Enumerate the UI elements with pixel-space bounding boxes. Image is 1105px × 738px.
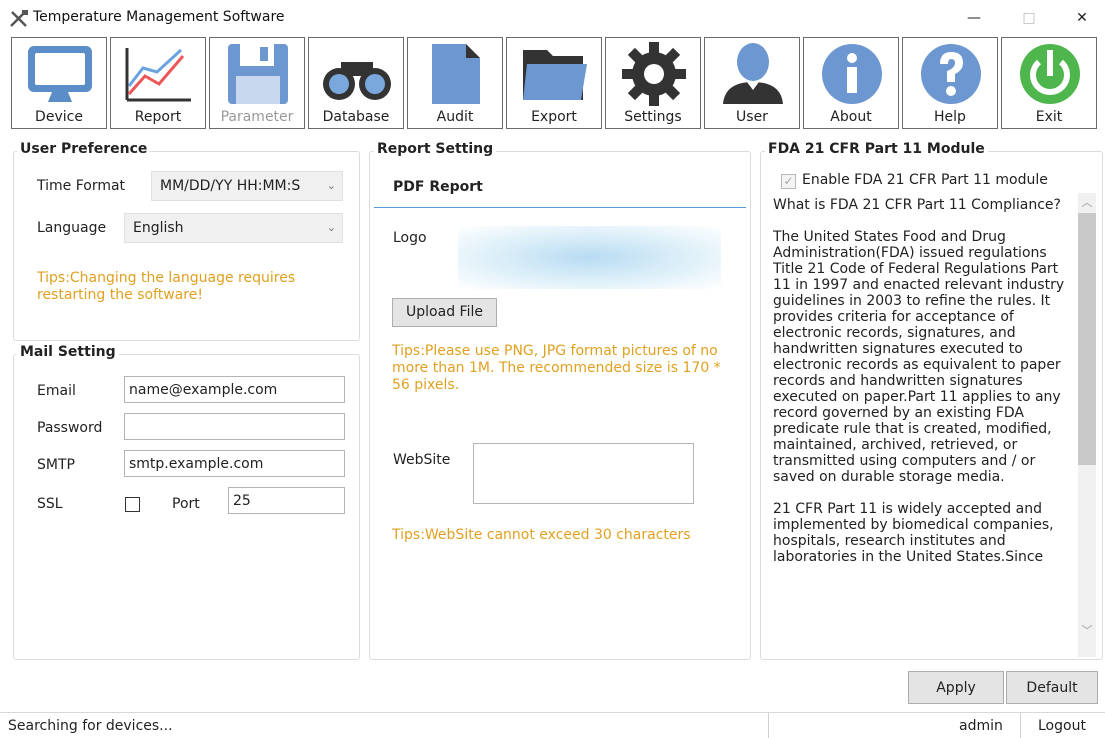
- tab-underline: [374, 207, 746, 208]
- logout-link[interactable]: Logout: [1038, 718, 1086, 734]
- password-label: Password: [37, 420, 103, 436]
- window-title: Temperature Management Software: [33, 9, 285, 25]
- question-icon: [921, 44, 981, 104]
- toolbar-label: Audit: [436, 109, 474, 125]
- status-text: Searching for devices...: [8, 718, 173, 734]
- gear-icon: [622, 42, 686, 106]
- user-icon: [723, 43, 783, 104]
- user-button[interactable]: User: [704, 37, 800, 129]
- about-button[interactable]: About: [803, 37, 899, 129]
- chart-icon: [125, 48, 191, 102]
- chevron-down-icon: ⌄: [326, 179, 336, 192]
- email-label: Email: [37, 383, 76, 399]
- email-field[interactable]: name@example.com: [124, 376, 345, 403]
- user-preference-title: User Preference: [17, 141, 151, 157]
- title-bar: Temperature Management Software — □ ✕: [0, 0, 1105, 36]
- website-tips: Tips:WebSite cannot exceed 30 characters: [392, 527, 691, 543]
- time-format-select[interactable]: MM/DD/YY HH:MM:S ⌄: [151, 171, 343, 201]
- binoculars-icon: [323, 62, 391, 100]
- apply-button[interactable]: Apply: [908, 671, 1004, 704]
- help-button[interactable]: Help: [902, 37, 998, 129]
- power-icon: [1020, 44, 1080, 104]
- exit-button[interactable]: Exit: [1001, 37, 1097, 129]
- status-divider: [1020, 713, 1021, 738]
- ssl-checkbox[interactable]: [125, 497, 140, 512]
- database-button[interactable]: Database: [308, 37, 404, 129]
- status-divider: [768, 713, 769, 738]
- fda-paragraph: What is FDA 21 CFR Part 11 Compliance?: [773, 197, 1061, 213]
- smtp-label: SMTP: [37, 457, 75, 473]
- default-button[interactable]: Default: [1006, 671, 1098, 704]
- status-bar: Searching for devices... admin Logout: [0, 712, 1105, 738]
- port-label: Port: [172, 496, 200, 512]
- password-field[interactable]: [124, 413, 345, 440]
- ssl-label: SSL: [37, 496, 63, 512]
- enable-fda-label: Enable FDA 21 CFR Part 11 module: [802, 172, 1048, 188]
- tools-icon: [10, 10, 28, 27]
- time-format-label: Time Format: [37, 178, 126, 194]
- monitor-icon: [28, 46, 92, 102]
- floppy-icon: [228, 44, 288, 104]
- upload-file-button[interactable]: Upload File: [392, 298, 497, 327]
- toolbar-label: Export: [531, 109, 577, 125]
- audit-button[interactable]: Audit: [407, 37, 503, 129]
- smtp-field[interactable]: smtp.example.com: [124, 450, 345, 477]
- mail-setting-title: Mail Setting: [17, 344, 119, 360]
- website-label: WebSite: [393, 452, 451, 468]
- fda-paragraph: The United States Food and Drug Administ…: [773, 229, 1065, 485]
- toolbar-label: Device: [35, 109, 83, 125]
- language-label: Language: [37, 220, 107, 236]
- scroll-down-icon[interactable]: ﹀: [1080, 624, 1094, 638]
- logo-preview: [458, 226, 721, 289]
- port-field[interactable]: 25: [228, 487, 345, 514]
- toolbar-label: Exit: [1035, 109, 1063, 125]
- report-button[interactable]: Report: [110, 37, 206, 129]
- logo-label: Logo: [393, 230, 427, 246]
- minimize-button[interactable]: —: [958, 5, 990, 31]
- status-user: admin: [959, 718, 1003, 734]
- toolbar-label: About: [830, 109, 872, 125]
- toolbar-label: User: [736, 109, 768, 125]
- logo-tips: Tips:Please use PNG, JPG format pictures…: [392, 343, 721, 393]
- folder-icon: [523, 50, 587, 100]
- language-select[interactable]: English ⌄: [124, 213, 343, 243]
- enable-fda-checkbox[interactable]: ✓: [781, 174, 796, 189]
- main-toolbar: Device Report Parameter Database Audit E…: [11, 37, 1097, 129]
- export-button[interactable]: Export: [506, 37, 602, 129]
- device-button[interactable]: Device: [11, 37, 107, 129]
- toolbar-label: Help: [934, 109, 966, 125]
- fda-title: FDA 21 CFR Part 11 Module: [765, 141, 988, 157]
- report-setting-title: Report Setting: [374, 141, 497, 157]
- language-tips: Tips:Changing the language requires rest…: [37, 270, 296, 303]
- website-field[interactable]: [473, 443, 694, 504]
- maximize-button[interactable]: □: [1013, 5, 1045, 31]
- fda-description: What is FDA 21 CFR Part 11 Compliance? T…: [773, 197, 1077, 653]
- parameter-button[interactable]: Parameter: [209, 37, 305, 129]
- info-icon: [822, 44, 882, 104]
- toolbar-label: Settings: [624, 109, 682, 125]
- scroll-up-icon[interactable]: ︿: [1080, 196, 1094, 210]
- toolbar-label: Database: [322, 109, 390, 125]
- fda-scrollbar-thumb[interactable]: [1078, 213, 1096, 465]
- fda-paragraph: 21 CFR Part 11 is widely accepted and im…: [773, 501, 1054, 565]
- tab-pdf-report[interactable]: PDF Report: [393, 179, 483, 195]
- close-button[interactable]: ✕: [1066, 5, 1098, 31]
- chevron-down-icon: ⌄: [326, 221, 336, 234]
- document-icon: [432, 44, 480, 104]
- toolbar-label: Report: [134, 109, 182, 125]
- toolbar-label: Parameter: [220, 109, 294, 125]
- settings-button[interactable]: Settings: [605, 37, 701, 129]
